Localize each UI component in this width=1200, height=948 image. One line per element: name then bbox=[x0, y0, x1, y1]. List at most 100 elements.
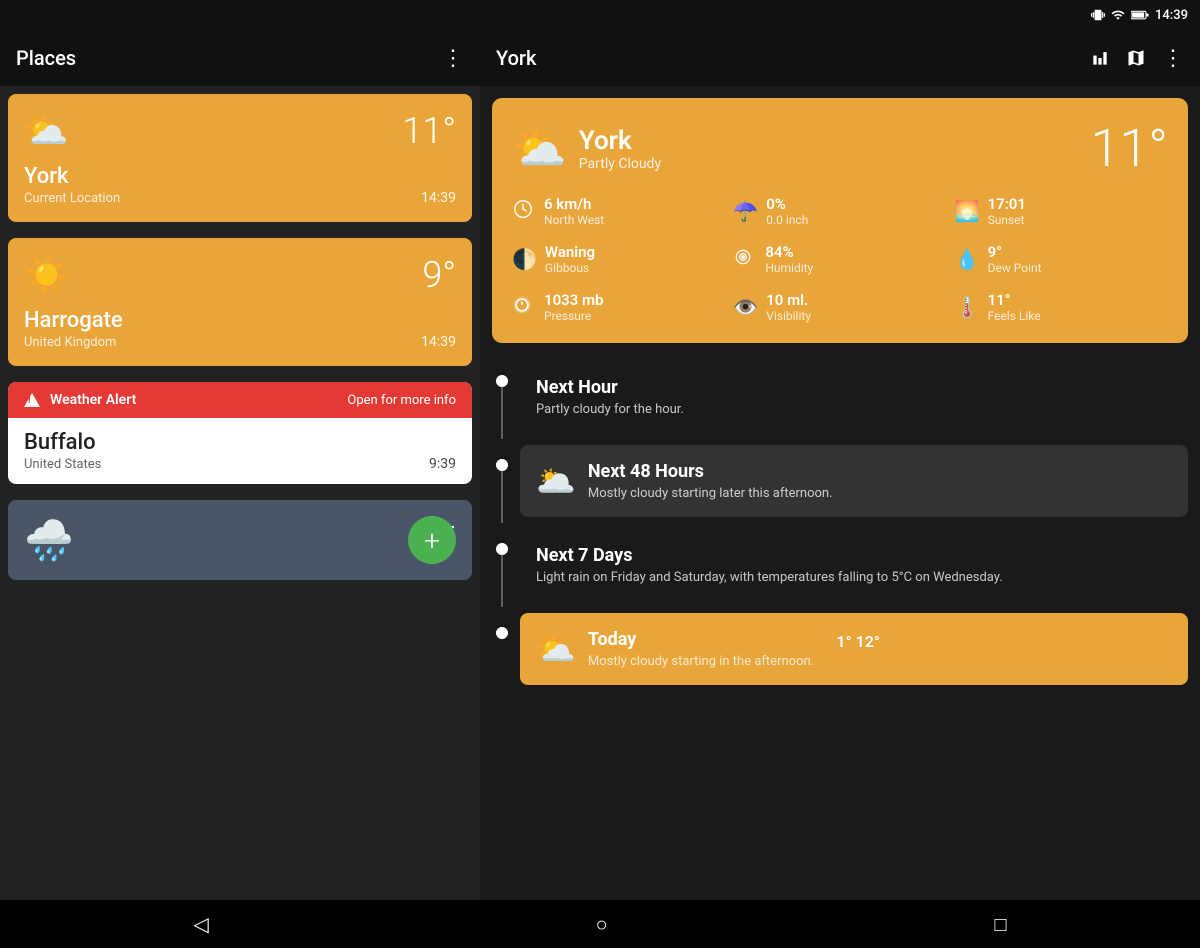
precip-detail: ☂️ 0% 0.0 inch bbox=[733, 195, 946, 227]
status-bar: 14:39 bbox=[0, 0, 1200, 30]
sunset-value: 17:01 bbox=[988, 195, 1026, 213]
moon-icon: 🌓 bbox=[512, 247, 537, 271]
visibility-detail: 👁️ 10 ml. Visibility bbox=[733, 291, 946, 323]
today-subtitle: Mostly cloudy starting in the afternoon. bbox=[588, 654, 880, 669]
feelslike-detail: 🌡️ 11° Feels Like bbox=[955, 291, 1168, 323]
next-48-card[interactable]: 🌥️ Next 48 Hours Mostly cloudy starting … bbox=[520, 445, 1188, 517]
map-icon[interactable] bbox=[1126, 48, 1146, 68]
dewpoint-detail: 💧 9° Dew Point bbox=[955, 243, 1168, 275]
right-header-actions: ⋮ bbox=[1090, 46, 1184, 71]
thermometer-icon: 🌡️ bbox=[955, 295, 980, 319]
bottom-navigation: ◁ ○ □ bbox=[0, 900, 1200, 948]
harrogate-card[interactable]: ☀️ 9° Harrogate United Kingdom 14:39 bbox=[8, 238, 472, 366]
back-button[interactable]: ◁ bbox=[193, 912, 208, 936]
vibrate-icon bbox=[1091, 8, 1105, 22]
dewpoint-value: 9° bbox=[988, 243, 1042, 261]
timeline-dot-2 bbox=[496, 459, 508, 471]
right-header: York ⋮ bbox=[480, 30, 1200, 86]
next-7-subtitle: Light rain on Friday and Saturday, with … bbox=[536, 570, 1172, 585]
york-time: 14:39 bbox=[421, 190, 456, 206]
feelslike-label: Feels Like bbox=[988, 309, 1041, 323]
buffalo-time: 9:39 bbox=[429, 456, 456, 472]
timeline-line-2 bbox=[492, 439, 512, 523]
york-city: York bbox=[24, 164, 120, 189]
next-hour-card[interactable]: Next Hour Partly cloudy for the hour. bbox=[520, 361, 1188, 433]
next-48-icon: 🌥️ bbox=[536, 462, 576, 500]
precip-value: 0% bbox=[766, 195, 808, 213]
today-temps: 1° 12° bbox=[836, 632, 880, 651]
main-city-info: ⛅ York Partly Cloudy bbox=[512, 123, 661, 175]
york-page-title: York bbox=[496, 46, 536, 70]
today-section: ⛅ Today 1° 12° Mostly cloudy starting in… bbox=[480, 607, 1200, 691]
today-header: ⛅ Today 1° 12° Mostly cloudy starting in… bbox=[536, 629, 1172, 669]
fourth-weather-icon: 🌧️ bbox=[24, 517, 74, 564]
wind-value: 6 km/h bbox=[544, 195, 604, 213]
next-hour-section: Next Hour Partly cloudy for the hour. bbox=[480, 355, 1200, 439]
york-subtitle: Current Location bbox=[24, 191, 120, 206]
timeline-vert-3 bbox=[501, 555, 503, 607]
places-more-icon[interactable]: ⋮ bbox=[442, 46, 464, 71]
main-temperature: 11° bbox=[1091, 118, 1168, 179]
sunset-label: Sunset bbox=[988, 213, 1026, 227]
next-hour-subtitle: Partly cloudy for the hour. bbox=[536, 402, 1172, 417]
wifi-icon bbox=[1111, 8, 1125, 22]
york-weather-icon: ⛅ bbox=[24, 110, 69, 152]
main-weather-icon: ⛅ bbox=[512, 123, 567, 175]
timeline-line-3 bbox=[492, 523, 512, 607]
next-7-card[interactable]: Next 7 Days Light rain on Friday and Sat… bbox=[520, 529, 1188, 601]
timeline-vert-2 bbox=[501, 471, 503, 523]
york-temp: 11° bbox=[402, 110, 456, 152]
places-title: Places bbox=[16, 46, 76, 70]
next-48-header: 🌥️ Next 48 Hours Mostly cloudy starting … bbox=[536, 461, 1172, 501]
main-york-weather-card: ⛅ York Partly Cloudy 11° 6 km/h bbox=[492, 98, 1188, 343]
chart-icon[interactable] bbox=[1090, 48, 1110, 68]
next-7-section: Next 7 Days Light rain on Friday and Sat… bbox=[480, 523, 1200, 607]
today-icon: ⛅ bbox=[536, 630, 576, 668]
wind-icon bbox=[512, 198, 536, 225]
harrogate-weather-icon: ☀️ bbox=[24, 254, 69, 296]
add-location-button[interactable]: + bbox=[408, 516, 456, 564]
home-button[interactable]: ○ bbox=[596, 912, 608, 937]
humidity-value: 84% bbox=[765, 243, 813, 261]
york-card[interactable]: ⛅ 11° York Current Location 14:39 bbox=[8, 94, 472, 222]
visibility-value: 10 ml. bbox=[766, 291, 811, 309]
status-icons: 14:39 bbox=[1091, 8, 1188, 23]
next-48-section: 🌥️ Next 48 Hours Mostly cloudy starting … bbox=[480, 439, 1200, 523]
today-card[interactable]: ⛅ Today 1° 12° Mostly cloudy starting in… bbox=[520, 613, 1188, 685]
main-city-condition: Partly Cloudy bbox=[579, 156, 661, 172]
next-hour-title: Next Hour bbox=[536, 377, 1172, 398]
timeline-dot-1 bbox=[496, 375, 508, 387]
next-7-title: Next 7 Days bbox=[536, 545, 1172, 566]
buffalo-card[interactable]: ! Weather Alert Open for more info Buffa… bbox=[8, 382, 472, 484]
harrogate-temp: 9° bbox=[422, 254, 456, 296]
timeline-line-4 bbox=[492, 607, 512, 691]
weather-alert-bar[interactable]: ! Weather Alert Open for more info bbox=[8, 382, 472, 418]
main-container: Places ⋮ ⛅ 11° York Current Location 14:… bbox=[0, 30, 1200, 900]
timeline-dot-3 bbox=[496, 543, 508, 555]
humidity-icon bbox=[733, 247, 757, 272]
alert-link[interactable]: Open for more info bbox=[347, 393, 456, 408]
time-display: 14:39 bbox=[1155, 8, 1188, 23]
main-card-top: ⛅ York Partly Cloudy 11° bbox=[512, 118, 1168, 179]
timeline-line-1 bbox=[492, 355, 512, 439]
sunset-icon: 🌅 bbox=[955, 199, 980, 223]
alert-label: Weather Alert bbox=[50, 392, 136, 408]
right-panel: York ⋮ ⛅ York Partly Cloudy bbox=[480, 30, 1200, 900]
main-city-name: York bbox=[579, 126, 661, 156]
next-48-subtitle: Mostly cloudy starting later this aftern… bbox=[588, 486, 833, 501]
moon-detail: 🌓 Waning Gibbous bbox=[512, 243, 725, 275]
recent-button[interactable]: □ bbox=[994, 912, 1006, 937]
buffalo-city: Buffalo bbox=[24, 430, 101, 455]
fourth-card[interactable]: 🌧️ 25 + bbox=[8, 500, 472, 580]
right-more-icon[interactable]: ⋮ bbox=[1162, 46, 1184, 71]
humidity-detail: 84% Humidity bbox=[733, 243, 946, 275]
next-48-title: Next 48 Hours bbox=[588, 461, 833, 482]
weather-details-grid: 6 km/h North West ☂️ 0% 0.0 inch 🌅 bbox=[512, 195, 1168, 323]
moon-value: Waning bbox=[545, 243, 595, 261]
left-panel: Places ⋮ ⛅ 11° York Current Location 14:… bbox=[0, 30, 480, 900]
wind-label: North West bbox=[544, 213, 604, 227]
buffalo-subtitle: United States bbox=[24, 457, 101, 472]
harrogate-subtitle: United Kingdom bbox=[24, 335, 123, 350]
pressure-detail: 1033 mb Pressure bbox=[512, 291, 725, 323]
today-title: Today bbox=[588, 629, 637, 650]
